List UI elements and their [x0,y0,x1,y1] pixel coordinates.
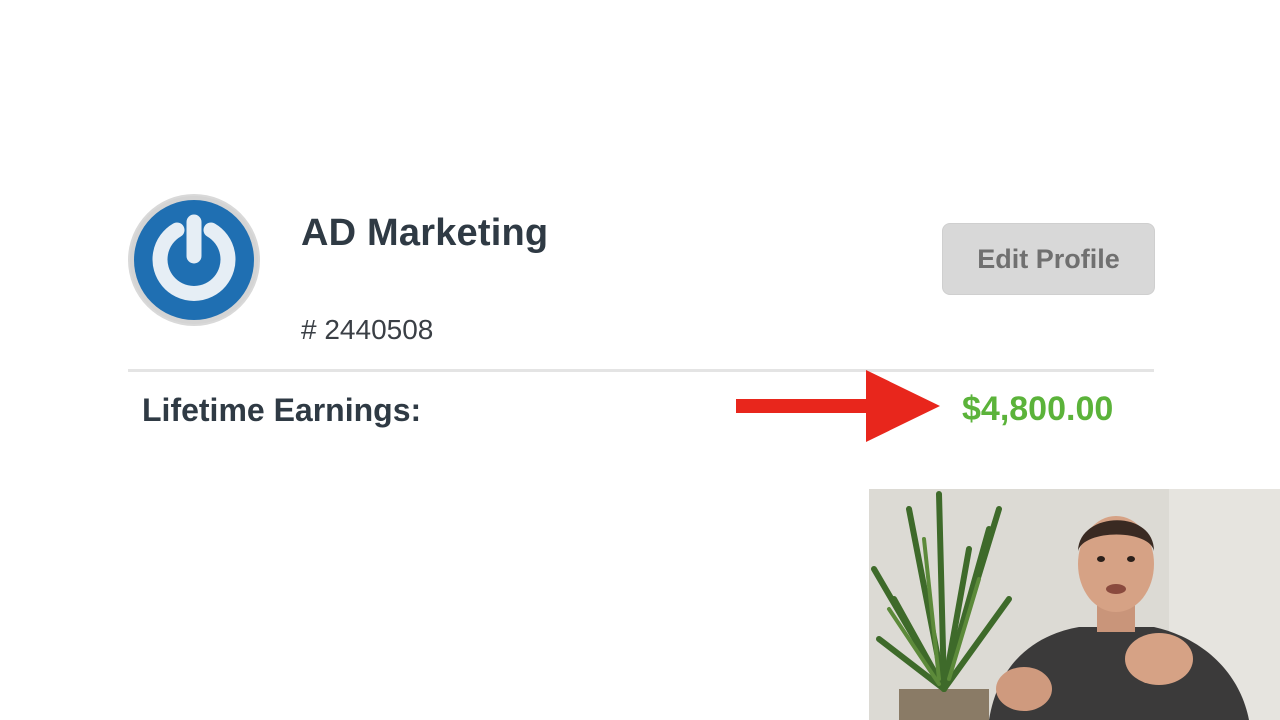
power-icon [130,196,258,324]
webcam-overlay [869,489,1280,720]
presenter-video [869,489,1280,720]
company-avatar [128,194,260,326]
company-id: # 2440508 [301,314,434,345]
lifetime-earnings-label: Lifetime Earnings: [142,392,422,428]
arrow-right-icon [736,370,940,442]
lifetime-earnings-value: $4,800.00 [962,390,1114,428]
edit-profile-button[interactable]: Edit Profile [942,223,1155,295]
company-name: AD Marketing [301,212,549,254]
profile-screen: AD Marketing # 2440508 Edit Profile Life… [0,0,1280,720]
divider [128,369,1154,372]
